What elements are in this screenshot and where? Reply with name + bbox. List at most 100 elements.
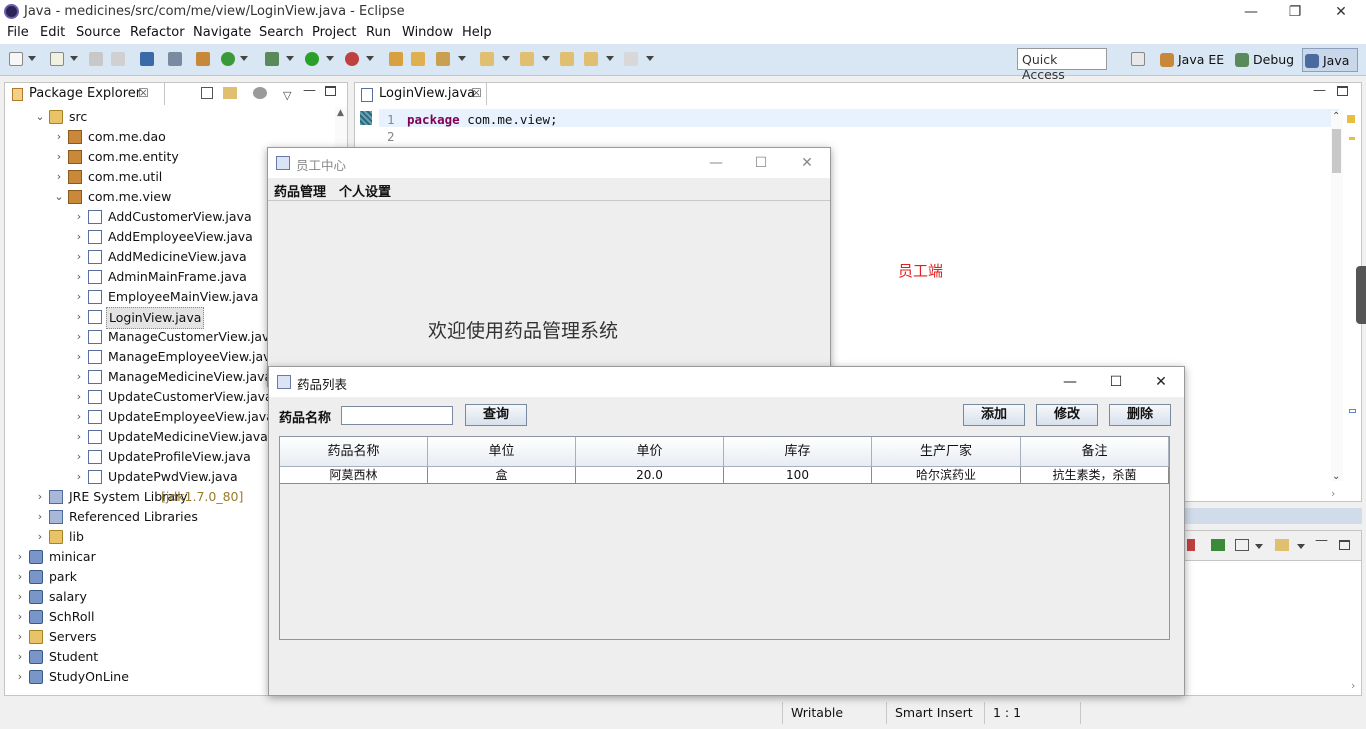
code-line[interactable]: package com.me.view; bbox=[407, 112, 558, 127]
package-explorer-tab[interactable]: Package Explorer ☒ bbox=[5, 83, 165, 105]
chevron-down-icon[interactable] bbox=[1255, 544, 1263, 549]
external-tools-icon[interactable] bbox=[345, 52, 359, 66]
column-header[interactable]: 库存 bbox=[724, 437, 872, 467]
chevron-down-icon[interactable] bbox=[458, 56, 466, 61]
quick-access-input[interactable]: Quick Access bbox=[1017, 48, 1107, 82]
previous-annotation-icon[interactable] bbox=[520, 52, 534, 66]
chevron-right-icon[interactable]: › bbox=[54, 127, 64, 147]
chevron-right-icon[interactable]: › bbox=[74, 387, 84, 407]
back-icon[interactable] bbox=[584, 52, 598, 66]
display-console-icon[interactable] bbox=[1235, 539, 1249, 551]
chevron-down-icon[interactable] bbox=[326, 56, 334, 61]
chevron-right-icon[interactable]: › bbox=[15, 547, 25, 567]
open-console-icon[interactable] bbox=[1275, 539, 1289, 551]
chevron-down-icon[interactable] bbox=[542, 56, 550, 61]
menu-personal-settings[interactable]: 个人设置 bbox=[339, 181, 391, 200]
table-cell[interactable]: 抗生素类，杀菌 bbox=[1021, 467, 1169, 484]
column-header[interactable]: 单价 bbox=[576, 437, 724, 467]
chevron-right-icon[interactable]: › bbox=[74, 327, 84, 347]
chevron-right-icon[interactable]: › bbox=[15, 607, 25, 627]
perspective-java-ee[interactable]: Java EE bbox=[1158, 48, 1224, 72]
restore-button[interactable]: ❐ bbox=[1280, 2, 1310, 22]
chevron-right-icon[interactable]: › bbox=[74, 347, 84, 367]
menu-file[interactable]: File bbox=[7, 25, 29, 40]
chevron-down-icon[interactable] bbox=[646, 56, 654, 61]
new-class-icon[interactable] bbox=[221, 52, 235, 66]
chevron-right-icon[interactable]: › bbox=[35, 527, 45, 547]
skip-breakpoints-icon[interactable] bbox=[168, 52, 182, 66]
column-header[interactable]: 单位 bbox=[428, 437, 576, 467]
chevron-right-icon[interactable]: › bbox=[74, 227, 84, 247]
chevron-right-icon[interactable]: › bbox=[74, 287, 84, 307]
chevron-right-icon[interactable]: › bbox=[74, 427, 84, 447]
perspective-java[interactable]: Java bbox=[1302, 48, 1358, 72]
chevron-right-icon[interactable]: › bbox=[74, 267, 84, 287]
chevron-right-icon[interactable]: › bbox=[54, 167, 64, 187]
view-menu-icon[interactable]: ▽ bbox=[283, 89, 291, 102]
editor-tab-loginview[interactable]: LoginView.java ☒ bbox=[355, 83, 487, 105]
maximize-button[interactable]: ☐ bbox=[1101, 372, 1131, 392]
minimize-view-icon[interactable]: — bbox=[1315, 533, 1328, 548]
table-cell[interactable]: 哈尔滨药业 bbox=[872, 467, 1021, 484]
focus-task-icon[interactable] bbox=[253, 87, 267, 99]
chevron-right-icon[interactable]: › bbox=[74, 207, 84, 227]
chevron-right-icon[interactable]: › bbox=[35, 487, 45, 507]
chevron-right-icon[interactable]: › bbox=[74, 447, 84, 467]
pin-console-icon[interactable] bbox=[1211, 539, 1225, 551]
link-editor-icon[interactable] bbox=[223, 87, 237, 99]
scrollbar-thumb[interactable] bbox=[1332, 129, 1341, 173]
new-icon[interactable] bbox=[9, 52, 23, 66]
scroll-up-icon[interactable]: ▲ bbox=[337, 108, 344, 118]
chevron-right-icon[interactable]: › bbox=[74, 307, 84, 327]
column-header[interactable]: 药品名称 bbox=[280, 437, 428, 467]
save-icon[interactable] bbox=[89, 52, 103, 66]
chevron-right-icon[interactable]: › bbox=[15, 587, 25, 607]
close-button[interactable]: ✕ bbox=[792, 153, 822, 173]
menu-refactor[interactable]: Refactor bbox=[130, 25, 185, 40]
maximize-button[interactable]: ☐ bbox=[746, 153, 776, 173]
scroll-right-icon[interactable]: › bbox=[1351, 679, 1355, 692]
chevron-right-icon[interactable]: › bbox=[74, 367, 84, 387]
close-tab-icon[interactable]: ☒ bbox=[138, 86, 149, 100]
column-header[interactable]: 备注 bbox=[1021, 437, 1169, 467]
next-annotation-icon[interactable] bbox=[480, 52, 494, 66]
menu-project[interactable]: Project bbox=[312, 25, 356, 40]
chevron-right-icon[interactable]: › bbox=[15, 647, 25, 667]
column-header[interactable]: 生产厂家 bbox=[872, 437, 1021, 467]
medicine-name-input[interactable] bbox=[341, 406, 453, 425]
menu-help[interactable]: Help bbox=[462, 25, 492, 40]
minimize-button[interactable]: — bbox=[1055, 372, 1085, 392]
chevron-down-icon[interactable]: ⌄ bbox=[35, 107, 45, 127]
chevron-down-icon[interactable] bbox=[28, 56, 36, 61]
chevron-down-icon[interactable] bbox=[70, 56, 78, 61]
scroll-up-icon[interactable]: ⌃ bbox=[1332, 111, 1340, 122]
minimize-view-icon[interactable]: — bbox=[303, 83, 316, 98]
maximize-view-icon[interactable] bbox=[1337, 86, 1348, 96]
open-type-icon[interactable] bbox=[389, 52, 403, 66]
chevron-right-icon[interactable]: › bbox=[15, 667, 25, 687]
menu-search[interactable]: Search bbox=[259, 25, 304, 40]
chevron-right-icon[interactable]: › bbox=[74, 467, 84, 487]
save-all-icon[interactable] bbox=[111, 52, 125, 66]
table-cell[interactable]: 100 bbox=[724, 467, 872, 484]
new-project-icon[interactable] bbox=[50, 52, 64, 66]
add-button[interactable]: 添加 bbox=[963, 404, 1025, 426]
collapse-all-icon[interactable] bbox=[201, 87, 213, 99]
menu-window[interactable]: Window bbox=[402, 25, 453, 40]
chevron-right-icon[interactable]: › bbox=[74, 247, 84, 267]
side-handle[interactable] bbox=[1356, 266, 1366, 324]
close-button[interactable]: ✕ bbox=[1326, 2, 1356, 22]
chevron-right-icon[interactable]: › bbox=[15, 627, 25, 647]
chevron-down-icon[interactable] bbox=[606, 56, 614, 61]
close-tab-icon[interactable]: ☒ bbox=[471, 86, 482, 100]
menu-medicine-management[interactable]: 药品管理 bbox=[274, 181, 326, 200]
chevron-down-icon[interactable] bbox=[286, 56, 294, 61]
menu-navigate[interactable]: Navigate bbox=[193, 25, 251, 40]
chevron-right-icon[interactable]: › bbox=[54, 147, 64, 167]
clear-console-icon[interactable] bbox=[1187, 539, 1195, 551]
chevron-right-icon[interactable]: › bbox=[15, 567, 25, 587]
delete-button[interactable]: 删除 bbox=[1109, 404, 1171, 426]
minimize-view-icon[interactable]: — bbox=[1313, 83, 1326, 98]
minimize-button[interactable]: — bbox=[1236, 2, 1266, 22]
perspective-debug[interactable]: Debug bbox=[1233, 48, 1294, 72]
